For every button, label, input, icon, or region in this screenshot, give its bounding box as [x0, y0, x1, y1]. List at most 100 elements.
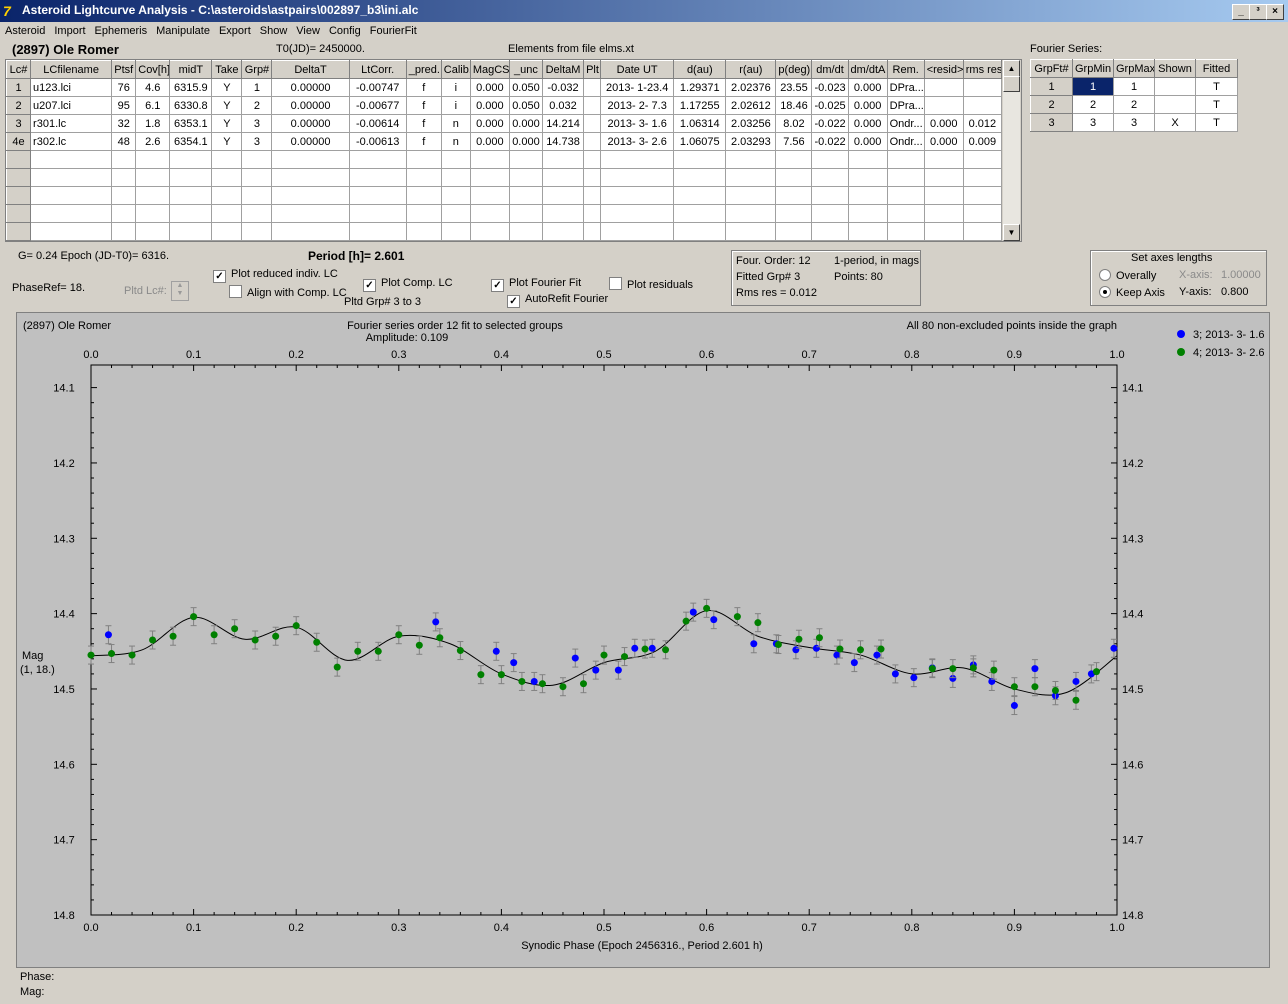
- lc-cell[interactable]: 2.02376: [725, 78, 777, 97]
- lc-cell[interactable]: [405, 168, 442, 187]
- lc-cell[interactable]: [775, 222, 813, 241]
- plot-residuals-checkbox[interactable]: Plot residuals: [609, 277, 693, 291]
- lc-cell[interactable]: [847, 168, 888, 187]
- lc-col-header[interactable]: rms res: [962, 60, 1003, 79]
- xaxis-value[interactable]: 1.00000: [1221, 269, 1261, 281]
- menu-manipulate[interactable]: Manipulate: [151, 22, 214, 37]
- lc-cell[interactable]: -0.032: [541, 78, 585, 97]
- lc-cell[interactable]: [508, 150, 543, 169]
- lc-cell[interactable]: [962, 96, 1003, 115]
- lc-cell[interactable]: [673, 186, 727, 205]
- lc-cell[interactable]: [469, 222, 510, 241]
- lc-cell[interactable]: [135, 150, 171, 169]
- lc-cell[interactable]: [508, 204, 543, 223]
- lc-cell[interactable]: [600, 204, 675, 223]
- lc-cell[interactable]: [111, 222, 137, 241]
- lc-cell[interactable]: [111, 150, 137, 169]
- lc-cell[interactable]: 2.03256: [725, 114, 777, 133]
- lc-cell[interactable]: 6354.1: [169, 132, 213, 151]
- lc-cell[interactable]: 6353.1: [169, 114, 213, 133]
- lc-col-header[interactable]: LCfilename: [30, 60, 113, 79]
- fourier-cell[interactable]: [1154, 95, 1196, 114]
- fourier-col-header[interactable]: Fitted: [1195, 59, 1238, 78]
- lc-table-row[interactable]: 4e r302.lc 48 2.6 6354.1 Y 3 0.00000 -0.00613 f n 0…: [6, 132, 1003, 151]
- lc-cell[interactable]: [241, 186, 273, 205]
- lc-cell[interactable]: [111, 186, 137, 205]
- menu-ephemeris[interactable]: Ephemeris: [90, 22, 152, 37]
- lc-cell[interactable]: [811, 150, 849, 169]
- lc-col-header[interactable]: dm/dtA: [847, 60, 888, 79]
- lc-row-header[interactable]: [6, 222, 32, 241]
- lc-cell[interactable]: [348, 150, 407, 169]
- lc-col-header[interactable]: p(deg): [775, 60, 813, 79]
- lc-cell[interactable]: [541, 168, 585, 187]
- lc-cell[interactable]: 6.1: [135, 96, 171, 115]
- lc-col-header[interactable]: Take: [211, 60, 243, 79]
- align-comp-checkbox[interactable]: Align with Comp. LC: [229, 285, 347, 299]
- lc-cell[interactable]: 76: [111, 78, 137, 97]
- lc-cell[interactable]: -0.023: [811, 78, 849, 97]
- lc-cell[interactable]: 18.46: [775, 96, 813, 115]
- fourier-row-header[interactable]: 3: [1030, 113, 1073, 132]
- lc-cell[interactable]: [725, 150, 777, 169]
- lc-cell[interactable]: r302.lc: [30, 132, 113, 151]
- lc-cell[interactable]: [30, 186, 113, 205]
- lc-col-header[interactable]: Plt: [583, 60, 602, 79]
- lc-table-row[interactable]: [6, 150, 1003, 169]
- lc-cell[interactable]: [962, 222, 1003, 241]
- lc-cell[interactable]: [775, 150, 813, 169]
- lc-cell[interactable]: 0.000: [469, 96, 510, 115]
- lc-cell[interactable]: 4.6: [135, 78, 171, 97]
- lc-col-header[interactable]: d(au): [673, 60, 727, 79]
- lc-cell[interactable]: [583, 150, 602, 169]
- fourier-cell[interactable]: 1: [1113, 77, 1155, 96]
- lc-cell[interactable]: [30, 222, 113, 241]
- lc-cell[interactable]: -0.022: [811, 114, 849, 133]
- menu-show[interactable]: Show: [255, 22, 292, 37]
- checkbox-plot-comp[interactable]: ✓: [363, 279, 376, 292]
- lc-cell[interactable]: [169, 222, 213, 241]
- scroll-down-icon[interactable]: ▼: [1003, 224, 1020, 241]
- lc-cell[interactable]: [886, 186, 925, 205]
- lc-cell[interactable]: [30, 204, 113, 223]
- lc-cell[interactable]: Y: [211, 78, 243, 97]
- lc-cell[interactable]: [583, 186, 602, 205]
- lc-cell[interactable]: [169, 168, 213, 187]
- lc-cell[interactable]: [811, 186, 849, 205]
- lc-col-header[interactable]: Date UT: [600, 60, 675, 79]
- lc-cell[interactable]: 6330.8: [169, 96, 213, 115]
- lc-col-header[interactable]: Lc#: [6, 60, 32, 79]
- lc-cell[interactable]: [348, 168, 407, 187]
- maximize-button[interactable]: ³: [1249, 4, 1267, 20]
- lc-cell[interactable]: [811, 222, 849, 241]
- lc-cell[interactable]: [923, 168, 964, 187]
- lc-cell[interactable]: [541, 186, 585, 205]
- lc-cell[interactable]: 0.000: [508, 132, 543, 151]
- checkbox-plot-reduced[interactable]: ✓: [213, 270, 226, 283]
- lc-cell[interactable]: 95: [111, 96, 137, 115]
- lc-table-row[interactable]: 2 u207.lci 95 6.1 6330.8 Y 2 0.00000 -0.00677 f i 0…: [6, 96, 1003, 115]
- lc-cell[interactable]: [847, 150, 888, 169]
- lc-row-header[interactable]: [6, 204, 32, 223]
- close-button[interactable]: ×: [1266, 4, 1284, 20]
- lc-cell[interactable]: n: [440, 132, 471, 151]
- lc-cell[interactable]: 0.009: [962, 132, 1003, 151]
- lc-table-scrollbar[interactable]: ▲ ▼: [1003, 60, 1020, 241]
- lc-cell[interactable]: [962, 78, 1003, 97]
- lc-cell[interactable]: 1.06075: [673, 132, 727, 151]
- lc-cell[interactable]: 0.012: [962, 114, 1003, 133]
- lc-cell[interactable]: u123.lci: [30, 78, 113, 97]
- fourier-cell[interactable]: 2: [1113, 95, 1155, 114]
- lc-cell[interactable]: n: [440, 114, 471, 133]
- lc-cell[interactable]: [923, 186, 964, 205]
- lc-cell[interactable]: [405, 204, 442, 223]
- fourier-col-header[interactable]: GrpMax: [1113, 59, 1155, 78]
- lc-table-row[interactable]: [6, 168, 1003, 187]
- fourier-row-header[interactable]: 2: [1030, 95, 1073, 114]
- lc-cell[interactable]: [135, 222, 171, 241]
- lc-cell[interactable]: 14.738: [541, 132, 585, 151]
- lc-cell[interactable]: [775, 168, 813, 187]
- lc-col-header[interactable]: Rem.: [886, 60, 925, 79]
- lc-cell[interactable]: [847, 222, 888, 241]
- lc-cell[interactable]: 0.050: [508, 78, 543, 97]
